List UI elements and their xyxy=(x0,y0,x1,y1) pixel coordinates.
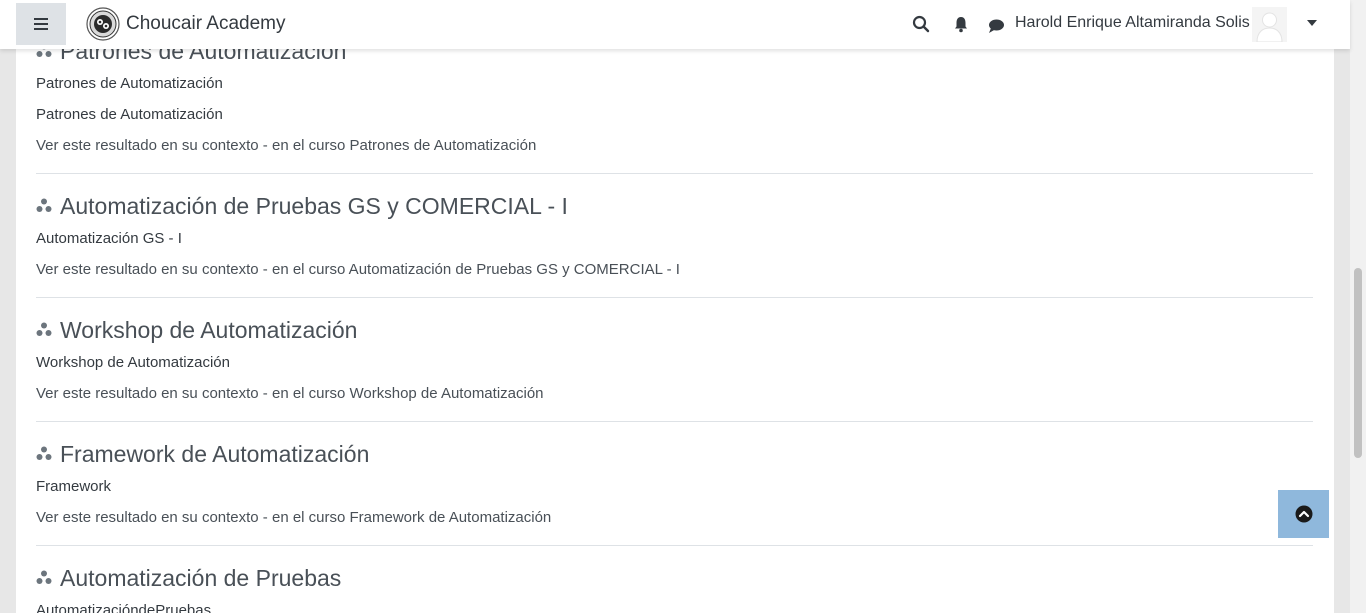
result-context-link[interactable]: Ver este resultado en su contexto - en e… xyxy=(36,254,1313,285)
scrollbar-thumb[interactable] xyxy=(1354,268,1362,458)
caret-down-icon[interactable] xyxy=(1307,20,1317,26)
result-line[interactable]: AutomatizacióndePruebas xyxy=(36,595,1313,613)
result-context-link[interactable]: Ver este resultado en su contexto - en e… xyxy=(36,130,1313,161)
search-results-card: Patrones de Automatización Patrones de A… xyxy=(16,0,1334,613)
result-title[interactable]: Automatización de Pruebas xyxy=(60,565,341,592)
result-title[interactable]: Workshop de Automatización xyxy=(60,317,357,344)
result-title[interactable]: Framework de Automatización xyxy=(60,441,369,468)
result-context-link[interactable]: Ver este resultado en su contexto - en e… xyxy=(36,378,1313,409)
search-result: Automatización de Pruebas Automatización… xyxy=(36,561,1313,613)
result-divider xyxy=(36,545,1313,546)
result-divider xyxy=(36,173,1313,174)
result-line[interactable]: Framework xyxy=(36,471,1313,502)
course-icon xyxy=(36,198,52,212)
course-icon xyxy=(36,570,52,584)
chevron-up-circle-icon xyxy=(1295,505,1312,523)
bell-icon[interactable] xyxy=(952,15,970,33)
search-icon[interactable] xyxy=(912,15,930,33)
course-icon xyxy=(36,322,52,336)
result-divider xyxy=(36,297,1313,298)
result-context-link[interactable]: Ver este resultado en su contexto - en e… xyxy=(36,502,1313,533)
result-line[interactable]: Automatización GS - I xyxy=(36,223,1313,254)
user-avatar-icon xyxy=(1252,7,1287,43)
search-result: Framework de Automatización Framework Ve… xyxy=(36,437,1313,546)
back-to-top-button[interactable] xyxy=(1278,490,1329,538)
chat-bubble-icon[interactable] xyxy=(987,17,1005,35)
page-scrollbar[interactable] xyxy=(1350,0,1366,613)
result-line[interactable]: Workshop de Automatización xyxy=(36,347,1313,378)
search-result: Patrones de Automatización Patrones de A… xyxy=(36,34,1313,174)
site-logo xyxy=(86,7,120,41)
search-result: Automatización de Pruebas GS y COMERCIAL… xyxy=(36,189,1313,298)
top-navbar: Choucair Academy Harold Enrique Altamira… xyxy=(0,0,1350,49)
result-divider xyxy=(36,421,1313,422)
site-name: Choucair Academy xyxy=(126,13,286,34)
result-line: Patrones de Automatización xyxy=(36,106,223,123)
result-title[interactable]: Automatización de Pruebas GS y COMERCIAL… xyxy=(60,193,568,220)
avatar[interactable] xyxy=(1252,7,1287,43)
result-line[interactable]: Patrones de Automatización xyxy=(36,68,1313,99)
drawer-toggle-button[interactable] xyxy=(16,3,66,45)
hamburger-icon xyxy=(34,18,48,30)
course-icon xyxy=(36,446,52,460)
search-result: Workshop de Automatización Workshop de A… xyxy=(36,313,1313,422)
user-name[interactable]: Harold Enrique Altamiranda Solis xyxy=(1015,14,1250,32)
site-brand-link[interactable]: Choucair Academy xyxy=(86,7,285,41)
